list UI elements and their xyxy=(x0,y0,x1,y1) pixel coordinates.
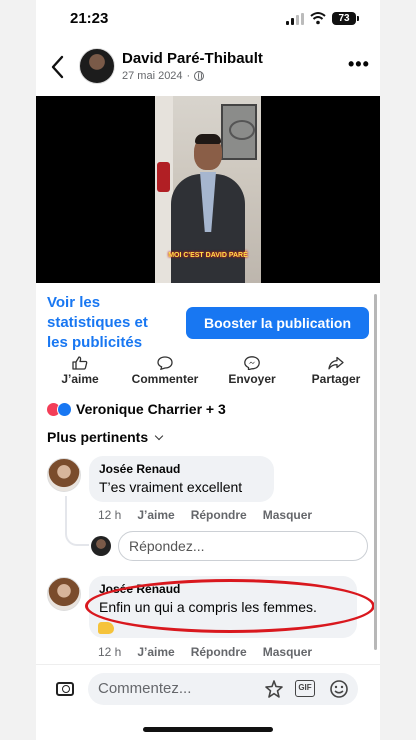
share-label: Partager xyxy=(311,372,361,386)
share-icon xyxy=(328,356,344,370)
status-time: 21:23 xyxy=(70,10,109,27)
comment-button[interactable]: Commenter xyxy=(126,356,204,386)
commenter-avatar[interactable] xyxy=(47,458,81,492)
scrollbar[interactable] xyxy=(374,294,377,650)
comment-sort-dropdown[interactable]: Plus pertinents xyxy=(47,429,164,445)
reactions-summary[interactable]: Veronique Charrier + 3 xyxy=(46,399,226,419)
commenter-avatar[interactable] xyxy=(47,577,81,611)
share-button[interactable]: Partager xyxy=(306,356,366,386)
video-caption: MOI C'EST DAVID PARÉ xyxy=(168,252,248,259)
screenshot-frame: 21:23 73 David Paré-Thibault 27 mai 2024… xyxy=(0,0,416,740)
like-label: J’aime xyxy=(61,372,99,386)
post-video[interactable]: MOI C'EST DAVID PARÉ xyxy=(36,96,380,283)
comment-meta: 12 h J’aime Répondre Masquer xyxy=(98,645,312,659)
battery-icon: 73 xyxy=(332,12,359,25)
comment-label: Commenter xyxy=(131,372,199,386)
comment-like-link[interactable]: J’aime xyxy=(137,508,174,522)
reply-input[interactable]: Répondez... xyxy=(118,531,368,561)
messenger-icon xyxy=(244,356,260,370)
send-label: Envoyer xyxy=(228,372,276,386)
post-date[interactable]: 27 mai 2024 xyxy=(122,70,183,82)
clapping-emoji-icon xyxy=(98,622,114,634)
right-margin xyxy=(380,0,416,740)
author-name[interactable]: David Paré-Thibault xyxy=(122,50,263,67)
post-header: David Paré-Thibault 27 mai 2024 · ••• xyxy=(36,44,380,92)
comment-hide-link[interactable]: Masquer xyxy=(263,645,312,659)
cellular-signal-icon xyxy=(286,13,304,25)
author-avatar[interactable] xyxy=(79,48,115,84)
sort-label: Plus pertinents xyxy=(47,429,149,445)
comment-like-link[interactable]: J’aime xyxy=(137,645,174,659)
thumbs-up-icon xyxy=(72,356,88,370)
emoji-icon[interactable] xyxy=(329,679,349,699)
phone-screen: 21:23 73 David Paré-Thibault 27 mai 2024… xyxy=(36,0,380,740)
wifi-icon xyxy=(310,12,326,25)
red-highlight-circle xyxy=(85,579,375,633)
comment-bubble: Josée Renaud T’es vraiment excellent xyxy=(89,456,274,502)
comment-author[interactable]: Josée Renaud xyxy=(99,462,264,476)
view-insights-link[interactable]: Voir les statistiques et les publicités xyxy=(47,293,167,353)
comment-reply-link[interactable]: Répondre xyxy=(191,508,247,522)
video-frame: MOI C'EST DAVID PARÉ xyxy=(155,96,261,283)
post-meta: 27 mai 2024 · xyxy=(122,70,205,82)
globe-icon xyxy=(194,71,205,81)
action-bar: J’aime Commenter Envoyer Partager xyxy=(36,356,380,390)
camera-icon[interactable] xyxy=(56,682,74,696)
send-button[interactable]: Envoyer xyxy=(222,356,282,386)
more-options-icon[interactable]: ••• xyxy=(348,54,370,75)
like-button[interactable]: J’aime xyxy=(58,356,102,386)
comment-composer: Commentez... xyxy=(36,664,380,712)
comment-time: 12 h xyxy=(98,645,122,659)
back-arrow-icon[interactable] xyxy=(48,54,68,80)
wall-picture xyxy=(221,104,257,160)
comment-reply-link[interactable]: Répondre xyxy=(191,645,247,659)
comment-meta: 12 h J’aime Répondre Masquer xyxy=(98,508,312,522)
reply-thread-line xyxy=(65,496,89,546)
reactors-text: Veronique Charrier + 3 xyxy=(76,401,226,417)
my-avatar xyxy=(91,536,111,556)
boost-post-button[interactable]: Booster la publication xyxy=(186,307,369,339)
sticker-icon[interactable] xyxy=(264,679,284,699)
left-margin xyxy=(0,0,36,740)
comment-icon xyxy=(157,356,173,370)
comment-hide-link[interactable]: Masquer xyxy=(263,508,312,522)
comment-time: 12 h xyxy=(98,508,122,522)
status-bar: 21:23 73 xyxy=(36,0,380,40)
comment-input[interactable]: Commentez... xyxy=(88,673,358,705)
comment-text: T’es vraiment excellent xyxy=(99,479,243,495)
chevron-down-icon xyxy=(154,431,164,440)
lips-artwork xyxy=(157,162,170,192)
home-indicator[interactable] xyxy=(143,727,273,732)
like-reaction-icon xyxy=(57,401,72,417)
gif-button[interactable]: GIF xyxy=(295,680,315,697)
